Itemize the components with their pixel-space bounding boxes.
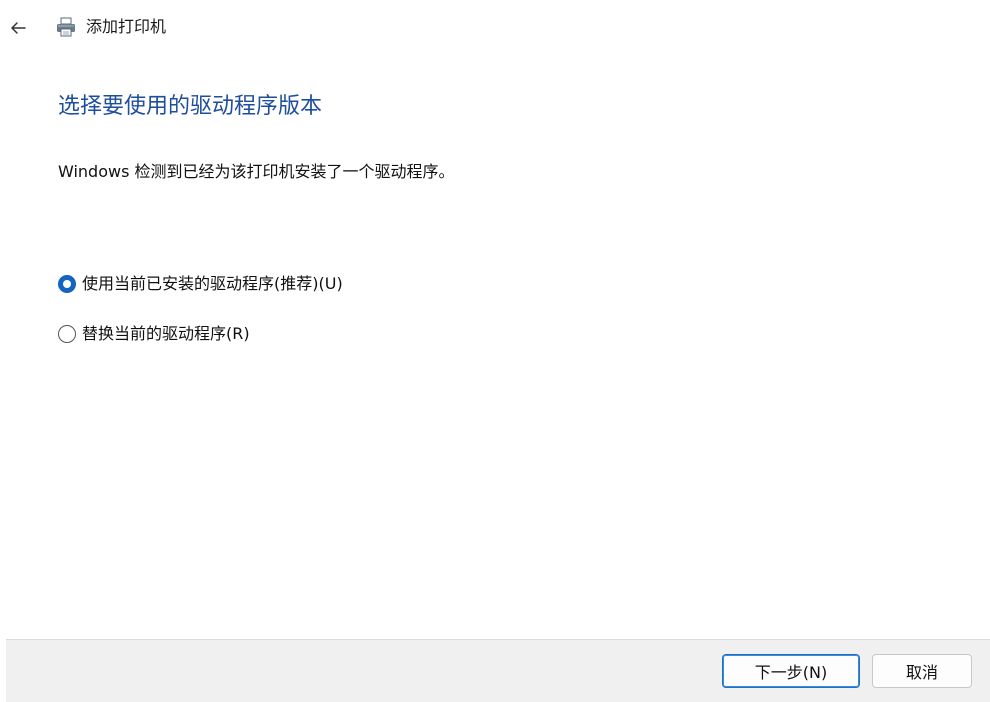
page-heading: 选择要使用的驱动程序版本	[58, 94, 323, 119]
arrow-left-icon	[11, 22, 26, 34]
radio-button-unselected[interactable]	[58, 325, 76, 343]
option-label: 替换当前的驱动程序(R)	[82, 324, 250, 343]
title-bar: 添加打印机	[0, 0, 990, 54]
option-replace-driver[interactable]: 替换当前的驱动程序(R)	[58, 322, 250, 346]
cancel-button[interactable]: 取消	[872, 654, 972, 688]
dialog-footer: 下一步(N) 取消	[6, 639, 990, 702]
window-title: 添加打印机	[86, 17, 167, 36]
radio-button-selected[interactable]	[58, 275, 76, 293]
printer-icon	[57, 17, 75, 37]
back-button[interactable]	[4, 14, 32, 42]
option-use-current-driver[interactable]: 使用当前已安装的驱动程序(推荐)(U)	[58, 272, 343, 296]
option-label: 使用当前已安装的驱动程序(推荐)(U)	[82, 274, 343, 293]
next-button[interactable]: 下一步(N)	[722, 654, 860, 688]
add-printer-window: 添加打印机 选择要使用的驱动程序版本 Windows 检测到已经为该打印机安装了…	[0, 0, 990, 702]
page-description: Windows 检测到已经为该打印机安装了一个驱动程序。	[58, 162, 455, 181]
